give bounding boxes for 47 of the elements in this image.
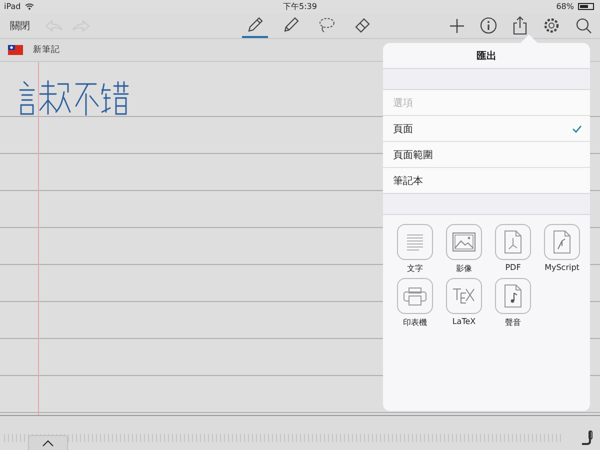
lasso-icon (318, 16, 336, 34)
format-label: PDF (505, 263, 521, 272)
flag-icon (8, 45, 23, 55)
pen-icon (246, 16, 264, 34)
share-icon[interactable] (513, 16, 527, 35)
document-icon (504, 230, 522, 254)
option-row[interactable]: 筆記本 (383, 168, 590, 193)
format-label: MyScript (544, 263, 580, 272)
option-label: 筆記本 (393, 174, 423, 188)
options-header: 選項 (383, 90, 590, 116)
format-label: 聲音 (505, 317, 521, 328)
audio-export-button[interactable] (495, 278, 531, 314)
close-button[interactable]: 關閉 (10, 18, 30, 32)
eraser-icon (354, 16, 372, 34)
printer-icon (403, 286, 427, 306)
myscript-export-button[interactable] (544, 224, 580, 260)
image-icon (452, 232, 476, 252)
notebook-title: 新筆記 (33, 44, 60, 56)
printer-export-button[interactable] (397, 278, 433, 314)
format-label: 文字 (407, 263, 423, 274)
wifi-icon (24, 3, 34, 10)
page-tab[interactable] (28, 435, 68, 450)
info-icon[interactable] (480, 17, 497, 34)
pen-icon[interactable] (580, 430, 594, 446)
tex-icon (452, 287, 476, 305)
music-file-icon (504, 284, 522, 308)
format-label: 印表機 (403, 317, 427, 328)
latex-export-button[interactable] (446, 278, 482, 314)
clock-time: 下午5:39 (283, 1, 317, 12)
image-export-button[interactable] (446, 224, 482, 260)
format-label: LaTeX (452, 317, 476, 326)
search-icon[interactable] (576, 18, 592, 34)
option-label: 頁面範圍 (393, 148, 433, 162)
plus-icon[interactable] (450, 18, 464, 32)
battery-percent: 68% (556, 2, 574, 11)
option-label: 頁面 (393, 122, 413, 136)
battery-icon (578, 3, 594, 10)
option-row[interactable]: 頁面 (383, 116, 590, 142)
chevron-up-icon (42, 440, 54, 446)
format-label: 影像 (456, 263, 472, 274)
settings-icon[interactable] (543, 17, 560, 34)
pencil-icon (282, 16, 300, 34)
option-row[interactable]: 頁面範圍 (383, 142, 590, 168)
pdf-export-button[interactable] (495, 224, 531, 260)
text-lines-icon (405, 233, 425, 251)
document-icon (553, 230, 571, 254)
device-name: iPad (4, 2, 21, 11)
